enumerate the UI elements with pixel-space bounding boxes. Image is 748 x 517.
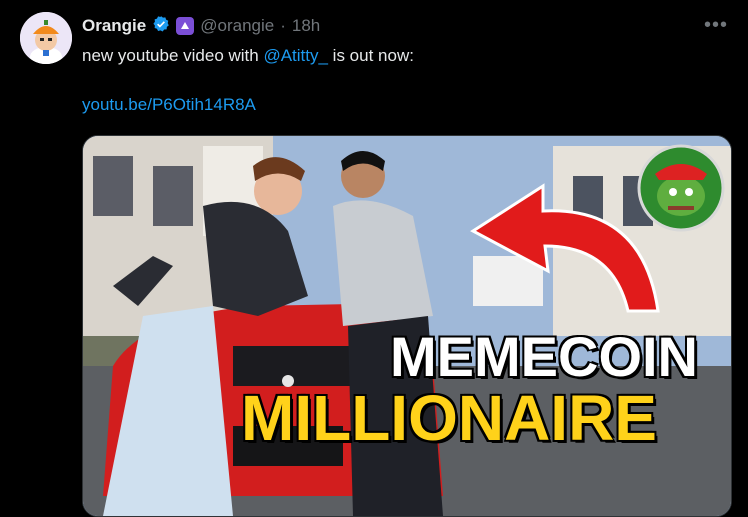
post-text-start: new youtube video with bbox=[82, 46, 264, 65]
video-thumbnail[interactable]: MEMECOIN MILLIONAIRE bbox=[82, 135, 732, 517]
display-name[interactable]: Orangie bbox=[82, 16, 146, 36]
separator-dot: · bbox=[280, 16, 286, 35]
post-header: Orangie @orangie · 18h bbox=[82, 15, 320, 37]
more-options-icon[interactable]: ••• bbox=[702, 13, 730, 37]
avatar-illustration bbox=[20, 12, 72, 64]
affiliate-badge-icon[interactable] bbox=[176, 17, 195, 35]
video-link[interactable]: youtu.be/P6Otih14R8A bbox=[82, 95, 256, 115]
post-text-end: is out now: bbox=[327, 46, 414, 65]
post-text: new youtube video with @Atitty_ is out n… bbox=[82, 44, 414, 68]
mention-link[interactable]: @Atitty_ bbox=[263, 46, 328, 65]
avatar[interactable] bbox=[20, 12, 72, 64]
thumbnail-title-line1: MEMECOIN bbox=[390, 325, 698, 388]
timestamp[interactable]: 18h bbox=[292, 16, 320, 36]
verified-badge-icon bbox=[152, 15, 170, 38]
handle[interactable]: @orangie bbox=[200, 16, 274, 36]
thumbnail-title-line2: MILLIONAIRE bbox=[241, 382, 657, 454]
pepe-logo-icon bbox=[637, 144, 725, 232]
